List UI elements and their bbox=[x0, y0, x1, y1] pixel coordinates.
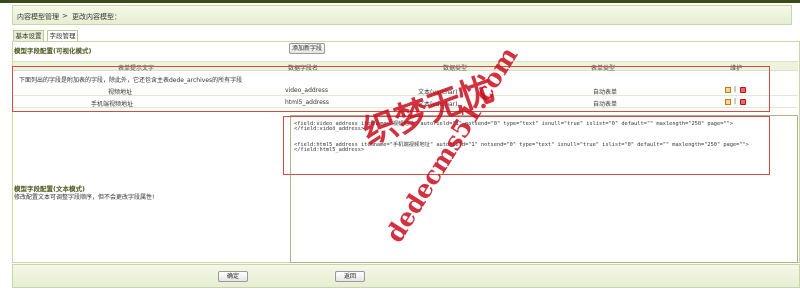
back-button[interactable]: 返回 bbox=[335, 271, 365, 282]
breadcrumb-models-link[interactable]: 内容模型管理 bbox=[17, 12, 59, 22]
breadcrumb-separator: > bbox=[62, 12, 68, 20]
top-bar bbox=[0, 0, 800, 3]
breadcrumb-current: 更改内容模型： bbox=[72, 13, 121, 21]
breadcrumb: 内容模型管理 > 更改内容模型： bbox=[12, 5, 792, 25]
highlight-box bbox=[283, 116, 770, 175]
form-footer bbox=[12, 264, 800, 288]
text-section-description: 修改配置文本可调整字段顺序，但不会更改字段属性! bbox=[14, 194, 155, 201]
add-field-button[interactable]: 添加新字段 bbox=[289, 43, 325, 54]
visual-section-title: 模型字段配置(可视化模式) bbox=[14, 47, 92, 55]
ok-button[interactable]: 确定 bbox=[218, 271, 248, 282]
